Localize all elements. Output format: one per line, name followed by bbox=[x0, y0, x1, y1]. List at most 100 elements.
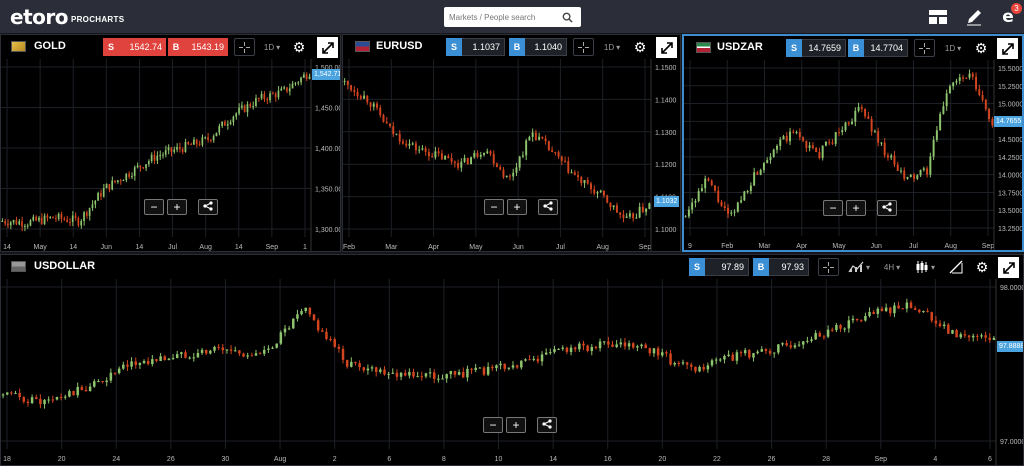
gold-expand-icon[interactable] bbox=[317, 37, 338, 58]
usdollar-sell-button[interactable]: S 97.89 bbox=[689, 258, 749, 276]
candle-body bbox=[60, 213, 63, 219]
candle-body bbox=[252, 105, 254, 107]
candle-body bbox=[405, 143, 408, 146]
candle-body bbox=[159, 356, 162, 361]
usdollar-chart-type-icon[interactable]: ▾ bbox=[911, 258, 939, 276]
usdzar-chart-area[interactable]: 15.500015.250015.000014.750014.500014.25… bbox=[684, 60, 1022, 250]
gold-timeframe-select[interactable]: 1D ▾ bbox=[259, 38, 285, 56]
usdzar-sell-button[interactable]: S 14.7659 bbox=[786, 39, 846, 57]
candle-body bbox=[57, 213, 60, 219]
usdollar-settings-gear-icon[interactable]: ⚙ bbox=[973, 258, 991, 276]
candle-body bbox=[366, 368, 370, 371]
candle-body bbox=[930, 312, 933, 321]
usdzar-timeframe-select[interactable]: 1D ▾ bbox=[940, 39, 966, 57]
usdzar-share-icon[interactable] bbox=[877, 200, 897, 216]
profile-icon[interactable]: e 3 bbox=[998, 3, 1022, 27]
candle-body bbox=[193, 139, 195, 145]
candle-body bbox=[528, 136, 531, 141]
usdollar-share-icon[interactable] bbox=[537, 417, 557, 433]
gold-candlestick-chart[interactable]: 1,500.001,450.001,400.001,350.001,300.00… bbox=[1, 59, 341, 252]
usdzar-candlestick-chart[interactable]: 15.500015.250015.000014.750014.500014.25… bbox=[684, 60, 1022, 252]
usdollar-timeframe-select[interactable]: 4H ▾ bbox=[878, 258, 906, 276]
eurusd-candlestick-chart[interactable]: 1.15001.14001.13001.12001.11001.1000FebM… bbox=[343, 59, 681, 252]
usdollar-candlestick-chart[interactable]: 98.000097.000018 20 24 26 30 Aug 2 6 8 10 14 16 20 22… bbox=[1, 279, 1023, 465]
usdzar-zoom-out-button[interactable]: − bbox=[823, 200, 843, 216]
candle-body bbox=[240, 105, 243, 108]
candle-body bbox=[870, 118, 873, 132]
candle-body bbox=[698, 367, 701, 372]
search-input[interactable] bbox=[444, 8, 560, 26]
candle-body bbox=[146, 360, 150, 365]
candle-body bbox=[119, 180, 122, 182]
usdollar-buy-button[interactable]: B 97.93 bbox=[753, 258, 809, 276]
candle-body bbox=[300, 77, 302, 83]
usdollar-drawing-tools-icon[interactable] bbox=[945, 258, 967, 276]
eurusd-timeframe-select[interactable]: 1D ▾ bbox=[599, 38, 625, 56]
gold-zoom-in-button[interactable]: + bbox=[167, 199, 187, 215]
gold-sell-button[interactable]: S 1542.74 bbox=[103, 38, 166, 56]
gold-settings-gear-icon[interactable]: ⚙ bbox=[290, 38, 308, 56]
eurusd-expand-icon[interactable] bbox=[656, 37, 677, 58]
pencil-icon[interactable] bbox=[964, 7, 984, 27]
eurusd-buy-button[interactable]: B 1.1040 bbox=[509, 38, 567, 56]
eurusd-zoom-in-button[interactable]: + bbox=[507, 199, 527, 215]
candle-body bbox=[266, 99, 269, 101]
candle-body bbox=[105, 184, 108, 189]
x-tick-label: 9 bbox=[688, 243, 692, 250]
search-icon[interactable] bbox=[560, 10, 574, 24]
usdzar-buy-button[interactable]: B 14.7704 bbox=[848, 39, 908, 57]
gold-share-icon[interactable] bbox=[198, 199, 218, 215]
usdzar-expand-icon[interactable] bbox=[997, 38, 1018, 59]
candle-body bbox=[215, 132, 218, 137]
candle-body bbox=[421, 148, 424, 150]
eurusd-settings-gear-icon[interactable]: ⚙ bbox=[631, 38, 649, 56]
candle-body bbox=[260, 93, 263, 99]
etoro-logo[interactable]: etoro PROCHARTS bbox=[10, 5, 124, 27]
x-tick-label: 14 bbox=[3, 244, 11, 251]
gold-zoom-out-button[interactable]: − bbox=[144, 199, 164, 215]
gold-chart-area[interactable]: 1,500.001,450.001,400.001,350.001,300.00… bbox=[1, 59, 340, 251]
eurusd-sell-button[interactable]: S 1.1037 bbox=[446, 38, 505, 56]
usdzar-crosshair-icon[interactable] bbox=[914, 39, 935, 57]
usdollar-chart-area[interactable]: 98.0000 97.0000 18 20 24 26 30 Aug 2 6 8 10 14 16 20 22… bbox=[1, 279, 1023, 465]
usdollar-crosshair-icon[interactable] bbox=[818, 258, 839, 276]
candle-body bbox=[176, 146, 178, 150]
usdollar-zoom-in-button[interactable]: + bbox=[506, 417, 526, 433]
candle-body bbox=[233, 350, 237, 352]
candle-body bbox=[486, 366, 490, 375]
candle-body bbox=[297, 82, 300, 84]
candle-body bbox=[257, 98, 260, 100]
candle-body bbox=[437, 151, 440, 154]
usdollar-expand-icon[interactable] bbox=[998, 257, 1019, 278]
candle-body bbox=[499, 167, 502, 170]
candle-body bbox=[445, 374, 448, 379]
candle-body bbox=[441, 378, 444, 380]
usdzar-settings-gear-icon[interactable]: ⚙ bbox=[972, 39, 990, 57]
usdzar-zoom-in-button[interactable]: + bbox=[846, 200, 866, 216]
candle-body bbox=[534, 132, 537, 140]
gold-buy-button[interactable]: B 1543.19 bbox=[168, 38, 228, 56]
eurusd-chart-area[interactable]: 1.15001.14001.13001.12001.11001.1000FebM… bbox=[343, 59, 680, 251]
x-tick-label: May bbox=[33, 244, 47, 251]
candle-body bbox=[292, 318, 295, 329]
eurusd-crosshair-icon[interactable] bbox=[573, 38, 594, 56]
candle-body bbox=[720, 201, 723, 206]
usdollar-zoom-out-button[interactable]: − bbox=[483, 417, 503, 433]
candle-body bbox=[583, 180, 586, 184]
candle-body bbox=[785, 343, 788, 346]
candle-body bbox=[26, 225, 29, 227]
gold-title: GOLD bbox=[34, 40, 66, 52]
candle-body bbox=[229, 349, 233, 351]
usdollar-title: USDOLLAR bbox=[34, 260, 96, 272]
eurusd-zoom-out-button[interactable]: − bbox=[484, 199, 504, 215]
chevron-down-icon: ▾ bbox=[616, 42, 621, 52]
candle-body bbox=[52, 216, 54, 219]
usdollar-indicators-icon[interactable]: ▾ bbox=[845, 258, 873, 276]
eurusd-last-price-tag: 1.1032 bbox=[654, 196, 680, 207]
candle-body bbox=[68, 391, 71, 397]
eurusd-share-icon[interactable] bbox=[538, 199, 558, 215]
gold-crosshair-icon[interactable] bbox=[234, 38, 255, 56]
layout-icon[interactable] bbox=[928, 7, 948, 27]
candle-body bbox=[32, 216, 35, 221]
candle-body bbox=[414, 143, 417, 151]
